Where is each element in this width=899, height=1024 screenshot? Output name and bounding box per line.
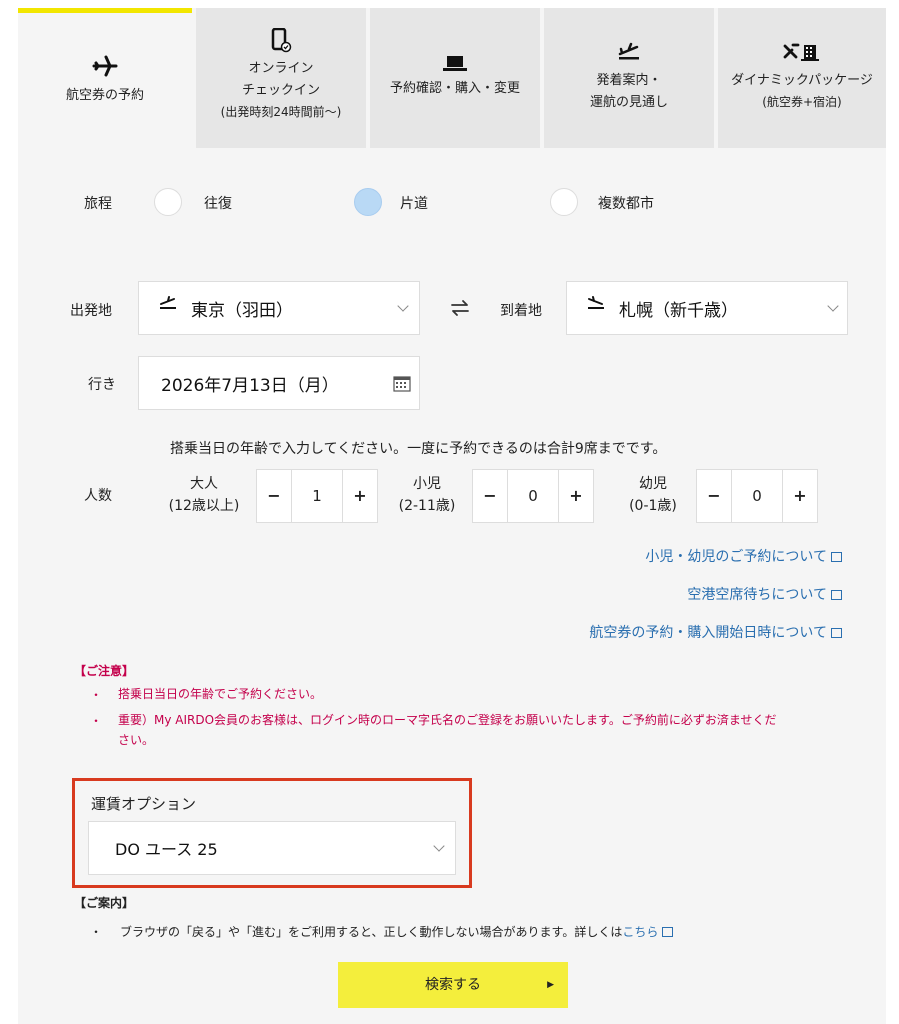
tab-label-line2: (航空券+宿泊) [762, 95, 842, 109]
radio-round-trip-label[interactable]: 往復 [204, 193, 232, 213]
external-link-icon [831, 590, 842, 600]
notice-item: 重要）My AIRDO会員のお客様は、ログイン時のローマ字氏名のご登録をお願いい… [118, 713, 777, 727]
adult-age: (12歳以上) [168, 498, 240, 514]
child-label: 小児 [413, 476, 441, 492]
origin-select[interactable]: 東京（羽田） [138, 281, 420, 335]
fare-option-value: DO ユース 25 [115, 840, 218, 859]
adult-plus-button[interactable]: + [343, 470, 377, 522]
guide-text: ブラウザの「戻る」や「進む」をご利用すると、正しく動作しない場合があります。詳し… [120, 925, 623, 939]
notice-item: 搭乗日当日の年齢でご予約ください。 [118, 687, 323, 701]
laptop-icon [370, 54, 540, 79]
guide-bullet: ・ [90, 925, 103, 939]
itinerary-label: 旅程 [84, 196, 112, 212]
departure-icon [159, 295, 177, 315]
notice-item-continued: さい。 [118, 733, 155, 747]
link-text[interactable]: 小児・幼児のご予約について [645, 549, 827, 565]
passenger-note: 搭乗当日の年齢で入力してください。一度に予約できるのは合計9席までです。 [170, 441, 667, 457]
chevron-down-icon [397, 300, 409, 312]
search-button[interactable]: 検索する ▶ [338, 962, 568, 1008]
tab-label: 航空券の予約 [65, 88, 144, 103]
notice-bullet: ・ [90, 688, 103, 702]
tab-label-line2: 運航の見通し [589, 95, 668, 110]
radio-one-way[interactable] [354, 188, 382, 216]
child-age: (2-11歳) [398, 498, 456, 514]
passengers-label: 人数 [84, 488, 112, 504]
arrival-icon [587, 295, 605, 315]
infant-minus-button[interactable]: − [697, 470, 731, 522]
child-plus-button[interactable]: + [559, 470, 593, 522]
tab-dynamic-package[interactable]: ダイナミックパッケージ (航空券+宿泊) [718, 8, 886, 148]
child-category: 小児 (2-11歳) [384, 473, 470, 517]
fare-option-label: 運賃オプション [91, 795, 197, 813]
calendar-icon [393, 374, 411, 396]
link-text[interactable]: 航空券の予約・購入開始日時について [589, 625, 827, 641]
tab-label-line1: 発着案内・ [596, 73, 662, 88]
caret-right-icon: ▶ [547, 980, 554, 990]
chevron-down-icon [433, 840, 445, 852]
child-minus-button[interactable]: − [473, 470, 507, 522]
departure-date-field[interactable]: 2026年7月13日（月） [138, 356, 420, 410]
notice-title: 【ご注意】 [74, 664, 135, 678]
adult-label: 大人 [190, 476, 218, 492]
link-booking-start-date[interactable]: 航空券の予約・購入開始日時について [589, 622, 842, 642]
date-label: 行き [88, 377, 116, 393]
departure-icon [544, 42, 714, 67]
external-link-icon [831, 628, 842, 638]
tab-flight-booking[interactable]: 航空券の予約 [18, 8, 192, 148]
external-link-icon [831, 552, 842, 562]
airplane-icon [18, 55, 192, 82]
radio-multi-city[interactable] [550, 188, 578, 216]
tab-label-line1: オンライン [248, 61, 314, 76]
infant-age: (0-1歳) [629, 498, 677, 514]
tab-online-checkin[interactable]: オンライン チェックイン (出発時刻24時間前〜) [196, 8, 366, 148]
radio-one-way-label[interactable]: 片道 [400, 193, 428, 213]
link-text[interactable]: 空港空席待ちについて [687, 587, 827, 603]
adult-stepper[interactable]: − 1 + [256, 469, 378, 523]
destination-label: 到着地 [500, 303, 542, 319]
infant-category: 幼児 (0-1歳) [610, 473, 696, 517]
link-airport-standby[interactable]: 空港空席待ちについて [687, 584, 842, 604]
fare-option-select[interactable]: DO ユース 25 [88, 821, 456, 875]
external-link-icon [662, 927, 674, 937]
destination-select[interactable]: 札幌（新千歳） [566, 281, 848, 335]
guide-text-row: ブラウザの「戻る」や「進む」をご利用すると、正しく動作しない場合があります。詳し… [120, 923, 674, 940]
link-child-infant-booking[interactable]: 小児・幼児のご予約について [645, 546, 842, 566]
plane-hotel-icon [718, 42, 886, 69]
infant-label: 幼児 [639, 476, 667, 492]
booking-panel: 航空券の予約 オンライン チェックイン (出発時刻24時間前〜) 予約確認・購入… [18, 8, 886, 1024]
date-value: 2026年7月13日（月） [161, 376, 339, 396]
search-button-label: 検索する [425, 977, 481, 993]
adult-minus-button[interactable]: − [257, 470, 291, 522]
radio-multi-city-label[interactable]: 複数都市 [598, 193, 654, 213]
tab-label: 予約確認・購入・変更 [389, 81, 520, 96]
mobile-checkin-icon [196, 27, 366, 59]
tab-flight-status[interactable]: 発着案内・ 運航の見通し [544, 8, 714, 148]
tab-bar: 航空券の予約 オンライン チェックイン (出発時刻24時間前〜) 予約確認・購入… [18, 8, 886, 148]
chevron-down-icon [827, 300, 839, 312]
tab-label-line1: ダイナミックパッケージ [731, 73, 873, 88]
origin-value: 東京（羽田） [191, 301, 293, 321]
radio-round-trip[interactable] [154, 188, 182, 216]
notice-bullet: ・ [90, 714, 103, 728]
infant-count[interactable]: 0 [731, 470, 783, 522]
tab-label-line3: (出発時刻24時間前〜) [220, 105, 342, 119]
origin-label: 出発地 [70, 303, 112, 319]
adult-category: 大人 (12歳以上) [156, 473, 252, 517]
guide-link[interactable]: こちら [622, 925, 658, 939]
adult-count[interactable]: 1 [291, 470, 343, 522]
infant-plus-button[interactable]: + [783, 470, 817, 522]
fare-option-highlight: 運賃オプション DO ユース 25 [72, 778, 472, 888]
child-count[interactable]: 0 [507, 470, 559, 522]
tab-label-line2: チェックイン [241, 83, 320, 98]
infant-stepper[interactable]: − 0 + [696, 469, 818, 523]
child-stepper[interactable]: − 0 + [472, 469, 594, 523]
destination-value: 札幌（新千歳） [619, 301, 738, 321]
guide-title: 【ご案内】 [74, 896, 135, 910]
swap-icon[interactable] [450, 298, 470, 322]
tab-manage-booking[interactable]: 予約確認・購入・変更 [370, 8, 540, 148]
